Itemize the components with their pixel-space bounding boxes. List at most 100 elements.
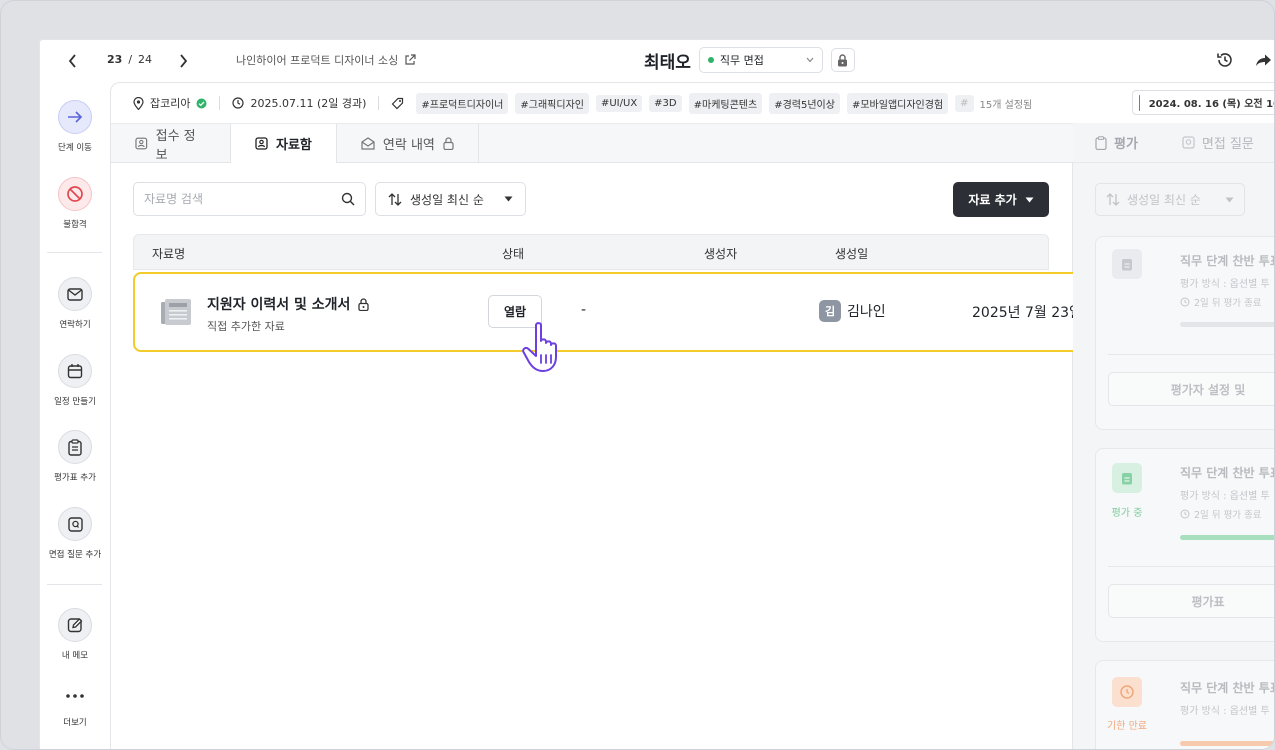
envelope-open-icon bbox=[361, 137, 375, 150]
stage-label: 직무 면접 bbox=[719, 54, 764, 67]
move-stage-button[interactable]: 단계 이동 bbox=[40, 100, 110, 153]
lock-icon bbox=[358, 297, 370, 311]
add-interview-question-button[interactable]: 면접 질문 추가 bbox=[40, 507, 110, 560]
tab-application-info[interactable]: 접수 정보 bbox=[111, 124, 231, 163]
chevron-down-icon bbox=[806, 57, 814, 63]
question-card-icon bbox=[1182, 136, 1195, 149]
pager-separator: / bbox=[128, 53, 133, 66]
evaluation-panel: 평가 면접 질문 생성일 최신 순 직무 단계 찬반 투표 평가 방식: 옵션… bbox=[1073, 123, 1274, 749]
sort-select[interactable]: 생성일 최신 순 bbox=[375, 182, 526, 216]
add-scorecard-button[interactable]: 평가표 추가 bbox=[40, 430, 110, 483]
documents-panel: 생성일 최신 순 자료 추가 자료명 상태 생성자 생성일 bbox=[111, 163, 1186, 749]
pager: 23 / 24 bbox=[107, 53, 152, 66]
screen-frame: 23 / 24 나인하이어 프로덕트 디자이너 소싱 최태오 직무 면접 단계 … bbox=[0, 0, 1275, 750]
document-subtitle: 직접 추가한 자료 bbox=[207, 320, 285, 333]
applied-date: 2025.07.11 (2일 경과) bbox=[250, 97, 367, 110]
rail-label: 내 메모 bbox=[61, 651, 89, 661]
search-input[interactable] bbox=[144, 192, 324, 206]
tab-label: 연락 내역 bbox=[382, 138, 435, 153]
column-header: 생성일 bbox=[835, 247, 869, 261]
caret-down-icon bbox=[1225, 197, 1234, 202]
prev-candidate-button[interactable] bbox=[64, 52, 82, 70]
tab-interview-questions[interactable]: 면접 질문 bbox=[1160, 123, 1274, 162]
stage-select[interactable]: 직무 면접 bbox=[698, 47, 823, 73]
tag[interactable]: #경력5년이상 bbox=[769, 92, 840, 114]
arrow-right-icon bbox=[68, 111, 83, 123]
caret-down-icon bbox=[1025, 197, 1034, 202]
next-candidate-button[interactable] bbox=[174, 52, 192, 70]
breadcrumb[interactable]: 나인하이어 프로덕트 디자이너 소싱 bbox=[236, 52, 416, 68]
app-window: 23 / 24 나인하이어 프로덕트 디자이너 소싱 최태오 직무 면접 단계 … bbox=[39, 39, 1274, 749]
tab-contact-history[interactable]: 연락 내역 bbox=[337, 124, 479, 163]
top-actions bbox=[1216, 51, 1272, 69]
expired-alarm-icon bbox=[1112, 677, 1142, 707]
divider bbox=[1108, 566, 1274, 567]
history-icon[interactable] bbox=[1216, 51, 1234, 69]
evaluation-open-button[interactable]: 평가표 bbox=[1108, 584, 1274, 618]
evaluation-card[interactable]: 평가 중 직무 단계 찬반 투표 평가 방식 : 옵션별 투 2일 뒤 평가 종… bbox=[1095, 448, 1274, 642]
candidate-name: 최태오 bbox=[644, 52, 691, 73]
evaluation-progress-bar bbox=[1180, 741, 1274, 746]
scorecard-icon bbox=[1112, 249, 1142, 279]
clock-icon bbox=[1180, 297, 1190, 307]
source-name: 잡코리아 bbox=[150, 97, 191, 110]
deadline-text: 2일 뒤 평가 종료 bbox=[1194, 510, 1262, 521]
evaluation-sort-select[interactable]: 생성일 최신 순 bbox=[1095, 183, 1245, 216]
rail-label: 연락하기 bbox=[59, 320, 91, 330]
pager-total: 24 bbox=[138, 53, 153, 66]
evaluation-tabs: 평가 면접 질문 bbox=[1073, 123, 1274, 163]
evaluation-method: 평가 방식 : 옵션별 투 bbox=[1180, 706, 1270, 717]
tab-documents[interactable]: 자료함 bbox=[231, 124, 337, 164]
search-icon[interactable] bbox=[341, 192, 355, 206]
reject-circle bbox=[58, 177, 92, 211]
share-icon[interactable] bbox=[1254, 51, 1272, 69]
evaluation-card[interactable]: 직무 단계 찬반 투표 평가 방식 : 옵션별 투 2일 뒤 평가 종료 평가자… bbox=[1095, 236, 1274, 430]
job-posting-link[interactable]: 나인하이어 프로덕트 디자이너 소싱 bbox=[236, 52, 398, 68]
tag[interactable]: # bbox=[955, 94, 974, 112]
document-title[interactable]: 지원자 이력서 및 소개서 bbox=[207, 294, 370, 314]
tag[interactable]: #모바일앱디자인경험 bbox=[846, 92, 949, 114]
tag-count[interactable]: 15개 설정됨 bbox=[980, 96, 1033, 111]
add-document-label: 자료 추가 bbox=[968, 193, 1017, 207]
evaluation-card[interactable]: 기한 만료 직무 단계 찬반 투표 평가 방식 : 옵션별 투 bbox=[1095, 660, 1274, 749]
table-row[interactable]: 지원자 이력서 및 소개서 직접 추가한 자료 열람 - 김 김나인 2025년… bbox=[133, 272, 1186, 372]
tag[interactable]: #마케팅콘텐츠 bbox=[688, 92, 763, 114]
lock-button[interactable] bbox=[830, 48, 855, 72]
chevron-right-icon bbox=[180, 54, 188, 68]
tab-evaluation[interactable]: 평가 bbox=[1073, 123, 1160, 162]
edit-icon bbox=[67, 618, 83, 633]
reject-button[interactable]: 불합격 bbox=[40, 177, 110, 230]
location-pin-icon bbox=[133, 96, 144, 110]
tag[interactable]: #그래픽디자인 bbox=[515, 92, 589, 114]
more-button[interactable]: 더보기 bbox=[40, 693, 110, 728]
tag[interactable]: #3D bbox=[649, 94, 682, 112]
rail-divider bbox=[47, 584, 102, 585]
scorecard-circle bbox=[58, 430, 92, 464]
lock-icon bbox=[443, 137, 454, 150]
sort-arrows-icon bbox=[1106, 193, 1120, 206]
create-schedule-button[interactable]: 일정 만들기 bbox=[40, 354, 110, 407]
column-header: 생성자 bbox=[704, 247, 738, 261]
external-link-icon bbox=[405, 54, 416, 65]
move-stage-circle bbox=[58, 100, 92, 134]
created-date: 2025년 7월 23일 bbox=[972, 305, 1082, 321]
document-search bbox=[133, 182, 366, 216]
tag[interactable]: #UI/UX bbox=[595, 94, 643, 112]
divider bbox=[1108, 354, 1274, 355]
rail-label: 면접 질문 추가 bbox=[48, 550, 102, 560]
evaluation-progress-bar bbox=[1180, 535, 1274, 540]
tab-label: 평가 bbox=[1114, 137, 1138, 152]
evaluation-setup-button[interactable]: 평가자 설정 및 bbox=[1108, 372, 1274, 406]
tag[interactable]: #프로덕트디자이너 bbox=[416, 92, 509, 114]
deadline-text: 2일 뒤 평가 종료 bbox=[1194, 298, 1262, 309]
creator-name: 김나인 bbox=[847, 304, 886, 320]
schedule-date-box[interactable]: 2024. 08. 16 (목) 오전 10:0 bbox=[1132, 90, 1274, 115]
applied-info: 2025.07.11 (2일 경과) bbox=[232, 95, 366, 111]
main-card: 잡코리아 2025.07.11 (2일 경과) #프로덕트디자이너 #그래픽디자… bbox=[110, 82, 1274, 749]
my-memo-button[interactable]: 내 메모 bbox=[40, 608, 110, 661]
clipboard-icon bbox=[1095, 135, 1107, 150]
tag-icon bbox=[392, 97, 404, 109]
contact-button[interactable]: 연락하기 bbox=[40, 277, 110, 330]
document-status: - bbox=[581, 302, 587, 318]
add-document-button[interactable]: 자료 추가 bbox=[953, 182, 1049, 217]
